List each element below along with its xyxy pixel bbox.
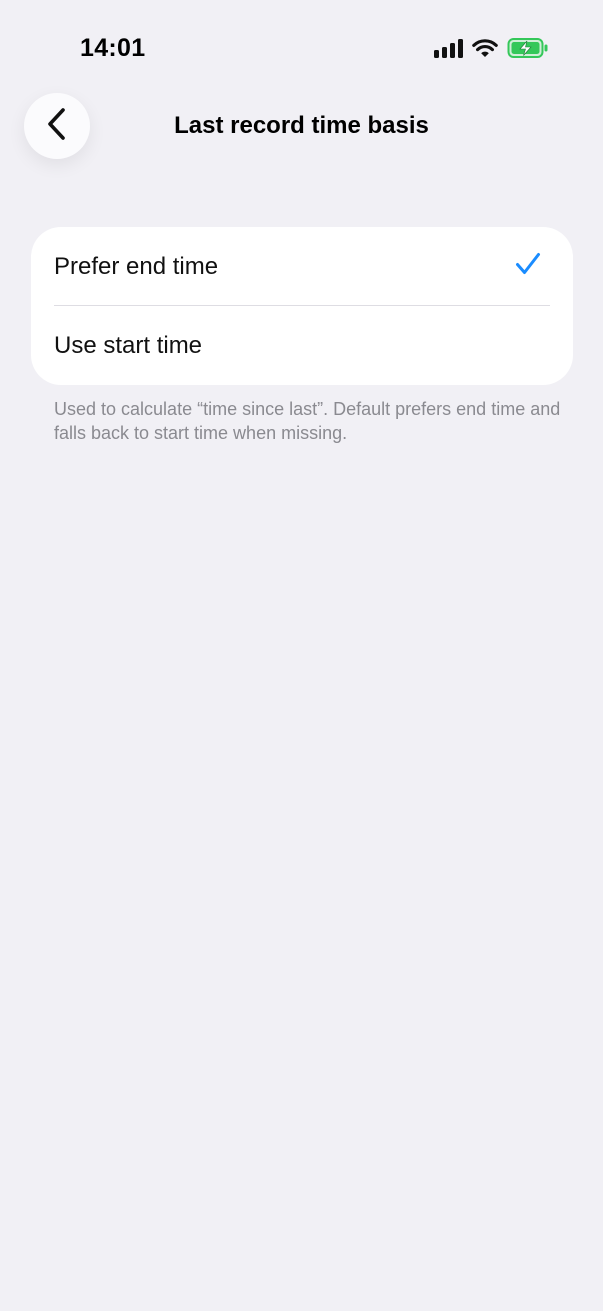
screen: 14:01 Last record time basis Prefer end … <box>0 0 603 1311</box>
battery-charging-icon <box>507 37 549 59</box>
cellular-signal-icon <box>434 38 463 58</box>
page-title: Last record time basis <box>174 112 429 139</box>
checkmark-icon <box>515 251 541 282</box>
wifi-icon <box>472 38 498 58</box>
option-use-start-time[interactable]: Use start time <box>31 306 573 385</box>
option-prefer-end-time[interactable]: Prefer end time <box>31 227 573 306</box>
status-time: 14:01 <box>80 34 146 62</box>
status-icons <box>434 36 549 60</box>
option-label: Use start time <box>54 331 203 359</box>
footnote-text: Used to calculate “time since last”. Def… <box>54 399 561 443</box>
option-label: Prefer end time <box>54 252 219 280</box>
options-card: Prefer end time Use start time <box>31 227 573 385</box>
